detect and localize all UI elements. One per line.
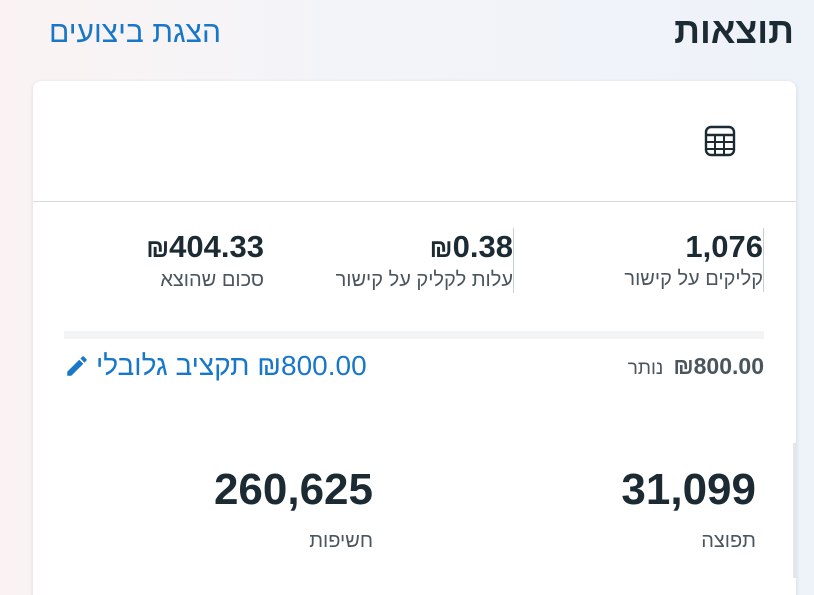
remaining-label: נותר <box>627 358 664 379</box>
metric-cost-per-click: ₪0.38 עלות לקליק על קישור <box>294 228 514 293</box>
impressions-metric: 260,625 חשיפות <box>214 464 373 553</box>
metric-label: קליקים על קישור <box>624 268 763 290</box>
remaining-budget: ₪800.00 נותר <box>628 353 764 380</box>
metric-amount-spent: ₪404.33 סכום שהוצא <box>64 228 264 293</box>
reach-metric: 31,099 תפוצה <box>621 464 756 553</box>
remaining-amount: ₪800.00 <box>673 353 764 379</box>
metric-value: ₪0.38 <box>294 228 513 267</box>
pencil-icon <box>67 356 87 376</box>
impressions-label: חשיפות <box>309 530 373 552</box>
metric-value: 1,076 <box>564 228 763 266</box>
page-title: תוצאות <box>674 10 794 51</box>
metric-label: סכום שהוצא <box>160 269 264 291</box>
table-icon[interactable] <box>704 125 736 157</box>
reach-label: תפוצה <box>701 530 756 552</box>
scrollbar[interactable] <box>793 443 796 578</box>
shekel-symbol: ₪ <box>429 233 453 263</box>
metric-link-clicks: 1,076 קליקים על קישור <box>564 228 764 292</box>
card-header <box>33 81 796 202</box>
global-budget-label: ₪800.00 תקציב גלובלי <box>96 350 367 381</box>
impressions-value: 260,625 <box>213 465 373 514</box>
global-budget-button[interactable]: ₪800.00 תקציב גלובלי <box>64 350 367 382</box>
shekel-symbol: ₪ <box>146 233 170 263</box>
metric-value: ₪404.33 <box>64 228 264 267</box>
metric-label: עלות לקליק על קישור <box>335 269 513 291</box>
metric-number: 1,076 <box>685 229 763 264</box>
section-divider <box>64 331 764 339</box>
reach-value: 31,099 <box>621 465 756 514</box>
metric-number: 0.38 <box>452 229 513 264</box>
performance-link[interactable]: הצגת ביצועים <box>49 16 221 50</box>
metric-number: 404.33 <box>169 229 264 264</box>
